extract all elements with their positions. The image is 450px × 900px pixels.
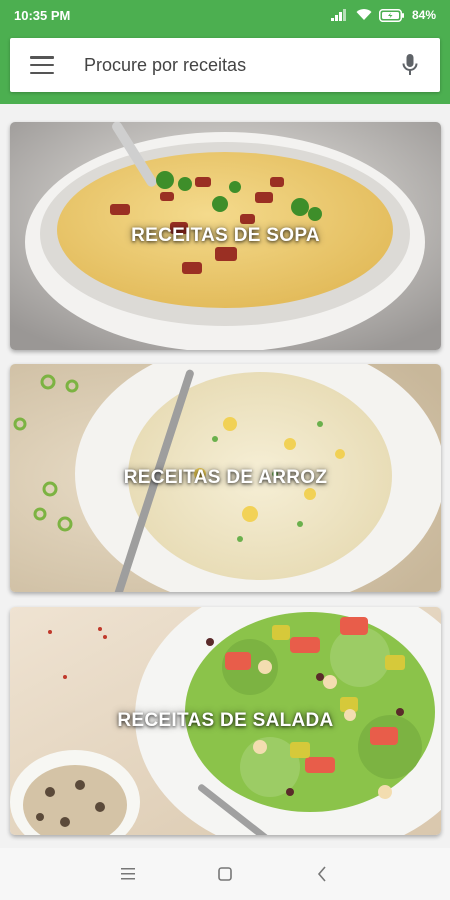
system-navigation-bar bbox=[0, 848, 450, 900]
hamburger-menu-icon[interactable] bbox=[30, 56, 54, 74]
wifi-icon bbox=[356, 9, 372, 20]
salad-recipes-card[interactable]: RECEITAS DE SALADA bbox=[10, 607, 441, 835]
home-icon[interactable] bbox=[205, 854, 245, 894]
recents-icon[interactable] bbox=[108, 854, 148, 894]
status-time: 10:35 PM bbox=[14, 7, 71, 23]
soup-recipes-card[interactable]: RECEITAS DE SOPA bbox=[10, 122, 441, 350]
back-icon[interactable] bbox=[302, 854, 342, 894]
search-input[interactable] bbox=[82, 53, 398, 77]
signal-icon bbox=[330, 9, 346, 21]
salad-recipes-title: RECEITAS DE SALADA bbox=[117, 710, 334, 731]
battery-charging-icon bbox=[378, 8, 404, 22]
soup-recipes-title: RECEITAS DE SOPA bbox=[131, 225, 320, 246]
battery-percent: 84% bbox=[411, 8, 436, 22]
search-bar bbox=[10, 38, 440, 92]
status-indicators: 84% bbox=[330, 8, 436, 22]
rice-recipes-card[interactable]: RECEITAS DE ARROZ bbox=[10, 364, 441, 592]
rice-recipes-title: RECEITAS DE ARROZ bbox=[123, 467, 328, 488]
microphone-icon[interactable] bbox=[398, 51, 422, 79]
status-bar: 10:35 PM 84% bbox=[0, 0, 450, 30]
